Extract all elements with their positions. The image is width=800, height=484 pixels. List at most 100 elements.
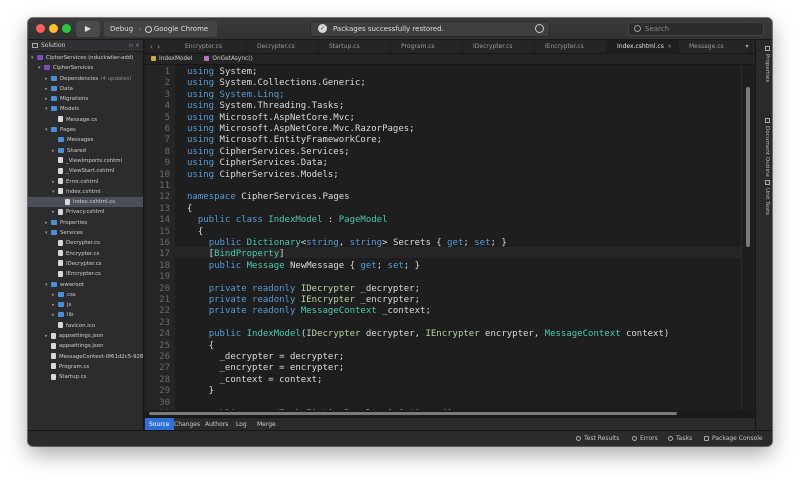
tree-item[interactable]: ▸ Data xyxy=(28,84,143,94)
code-token: encrypter, xyxy=(479,329,545,340)
code-line[interactable]: { xyxy=(187,341,214,351)
tree-item[interactable]: Index.cshtml.cs xyxy=(28,197,143,208)
tree-item[interactable]: ▸ Migrations xyxy=(28,94,143,104)
code-line[interactable]: using System.Linq; xyxy=(187,90,285,100)
code-line[interactable]: using System.Threading.Tasks; xyxy=(187,101,344,111)
code-area[interactable]: using System; using System.Collections.Ge… xyxy=(175,65,741,410)
code-line[interactable]: public class IndexModel : PageModel xyxy=(187,215,388,225)
tree-item[interactable]: appsettings.json xyxy=(28,341,143,351)
tree-item[interactable]: ▾ Services xyxy=(28,228,143,238)
side-pad-toggle[interactable]: Document Outline xyxy=(759,118,770,177)
tab-overflow-button[interactable]: ▾ xyxy=(739,40,755,54)
editor-tab[interactable]: Encrypter.cs xyxy=(175,40,247,54)
tree-item[interactable]: IEncrypter.cs xyxy=(28,269,143,279)
code-token: get xyxy=(447,238,464,248)
tree-item[interactable]: ▸ Error.cshtml xyxy=(28,177,143,187)
code-line[interactable]: { xyxy=(187,204,192,214)
tree-item[interactable]: IDecrypter.cs xyxy=(28,259,143,269)
tree-item[interactable]: MessageContext-0f61d2c5-928d xyxy=(28,352,143,362)
code-line[interactable]: using CipherServices.Data; xyxy=(187,158,328,168)
tree-item[interactable]: ▸ Shared xyxy=(28,146,143,156)
tree-item[interactable]: ▾ Index.cshtml xyxy=(28,187,143,197)
code-line[interactable]: using Microsoft.AspNetCore.Mvc.RazorPage… xyxy=(187,124,415,134)
tree-item[interactable]: Decrypter.cs xyxy=(28,238,143,248)
pane-options-icon[interactable]: ▫ × xyxy=(129,40,140,52)
line-number: 29 xyxy=(159,386,170,397)
horizontal-scroll-thumb[interactable] xyxy=(149,412,677,415)
tree-item[interactable]: ▾ CipherServices (nduckwiler-add) xyxy=(28,53,143,63)
editor-tab[interactable]: Program.cs xyxy=(391,40,463,54)
code-line[interactable]: public Message NewMessage { get; set; } xyxy=(187,261,420,271)
code-line[interactable]: using Microsoft.EntityFrameworkCore; xyxy=(187,135,382,145)
tree-item[interactable]: ▸ Properties xyxy=(28,218,143,228)
tree-item[interactable]: ▾ Models xyxy=(28,104,143,114)
tree-item[interactable]: ▸ lib xyxy=(28,310,143,320)
line-number: 13 xyxy=(159,203,170,214)
code-line[interactable]: [BindProperty] xyxy=(187,249,285,259)
close-window-button[interactable] xyxy=(36,24,45,33)
tree-item[interactable]: _ViewStart.cshtml xyxy=(28,166,143,176)
code-line[interactable]: private readonly MessageContext _context… xyxy=(187,306,431,316)
tree-item[interactable]: ▸ js xyxy=(28,300,143,310)
maximize-window-button[interactable] xyxy=(62,24,71,33)
run-configuration-selector[interactable]: Debug › Google Chrome xyxy=(104,21,218,37)
code-line[interactable]: _decrypter = decrypter; xyxy=(187,352,345,362)
editor-horizontal-scrollbar[interactable] xyxy=(145,410,755,417)
code-line[interactable]: public Dictionary<string, string> Secret… xyxy=(187,238,507,248)
code-line[interactable]: public IndexModel(IDecrypter decrypter, … xyxy=(187,329,670,340)
code-line[interactable]: using Microsoft.AspNetCore.Mvc; xyxy=(187,113,355,123)
search-input[interactable]: Search xyxy=(628,22,764,36)
editor-tab[interactable]: IDecrypter.cs xyxy=(463,40,535,54)
editor-tab[interactable]: Startup.cs xyxy=(319,40,391,54)
tree-item-label: wwwroot xyxy=(60,281,85,288)
code-line[interactable]: private readonly IDecrypter _decrypter; xyxy=(187,284,420,294)
package-console-button[interactable]: Package Console xyxy=(704,431,763,446)
tree-item[interactable]: ▾ wwwroot xyxy=(28,280,143,290)
errors-button[interactable]: Errors xyxy=(632,431,658,446)
code-line[interactable]: using CipherServices.Models; xyxy=(187,170,339,180)
tree-item[interactable]: ▸ appsettings.json xyxy=(28,331,143,341)
tree-item[interactable]: ▾ Pages xyxy=(28,125,143,135)
tree-item[interactable]: Program.cs xyxy=(28,362,143,372)
code-line[interactable]: using CipherServices.Services; xyxy=(187,147,350,157)
side-pad-toggle[interactable]: Unit Tests xyxy=(759,180,770,215)
tree-item[interactable]: ▸ Privacy.cshtml xyxy=(28,207,143,217)
tree-item[interactable]: Message.cs xyxy=(28,115,143,125)
tree-item[interactable]: favicon.ico xyxy=(28,321,143,331)
run-button[interactable]: ▶ xyxy=(76,21,100,37)
tree-item[interactable]: Messages xyxy=(28,135,143,145)
code-editor[interactable]: 1 2 3 4 5 6 7 8 9 10 11 12 13 14 15 16 17 18 19 20 21 22 23 24 2… xyxy=(145,65,741,410)
side-pad-toggle[interactable]: Properties xyxy=(759,46,770,82)
tree-item[interactable]: ▾ CipherServices xyxy=(28,63,143,73)
tree-item[interactable]: ▸ Dependencies (4 updates) xyxy=(28,74,143,84)
editor-tab[interactable]: IEncrypter.cs xyxy=(535,40,607,54)
code-line[interactable]: _context = context; xyxy=(187,375,323,385)
editor-tab-label: Program.cs xyxy=(401,43,435,50)
code-line[interactable]: { xyxy=(187,227,203,237)
code-line[interactable]: using System.Collections.Generic; xyxy=(187,78,366,88)
test-results-button[interactable]: Test Results xyxy=(576,431,619,446)
editor-tab[interactable]: Decrypter.cs xyxy=(247,40,319,54)
code-line[interactable]: namespace CipherServices.Pages xyxy=(187,192,350,202)
editor-tab[interactable]: Index.cshtml.cs × xyxy=(607,40,679,54)
close-tab-icon[interactable]: × xyxy=(667,40,672,54)
code-line[interactable]: } xyxy=(187,386,214,396)
editor-vertical-scrollbar[interactable] xyxy=(741,65,755,410)
breadcrumb-class[interactable]: IndexModel xyxy=(159,56,192,62)
code-line[interactable]: private readonly IEncrypter _encrypter; xyxy=(187,295,420,305)
code-line[interactable]: using System; xyxy=(187,67,257,77)
tree-item[interactable]: ▸ css xyxy=(28,290,143,300)
chevron-left-icon[interactable]: ‹ xyxy=(150,43,153,51)
code-line[interactable]: _encrypter = encrypter; xyxy=(187,363,345,373)
tree-item[interactable]: _ViewImports.cshtml xyxy=(28,156,143,166)
search-placeholder: Search xyxy=(645,25,670,33)
breadcrumb-method[interactable]: OnGetAsync() xyxy=(212,56,252,62)
tree-item[interactable]: Startup.cs xyxy=(28,372,143,382)
tree-item-label: Pages xyxy=(60,127,76,134)
tasks-button[interactable]: Tasks xyxy=(668,431,692,446)
chevron-right-icon[interactable]: › xyxy=(157,43,160,51)
tab-navigation[interactable]: ‹ › xyxy=(145,40,175,54)
tree-item[interactable]: Encrypter.cs xyxy=(28,249,143,259)
minimize-window-button[interactable] xyxy=(49,24,58,33)
vertical-scroll-thumb[interactable] xyxy=(746,87,750,247)
